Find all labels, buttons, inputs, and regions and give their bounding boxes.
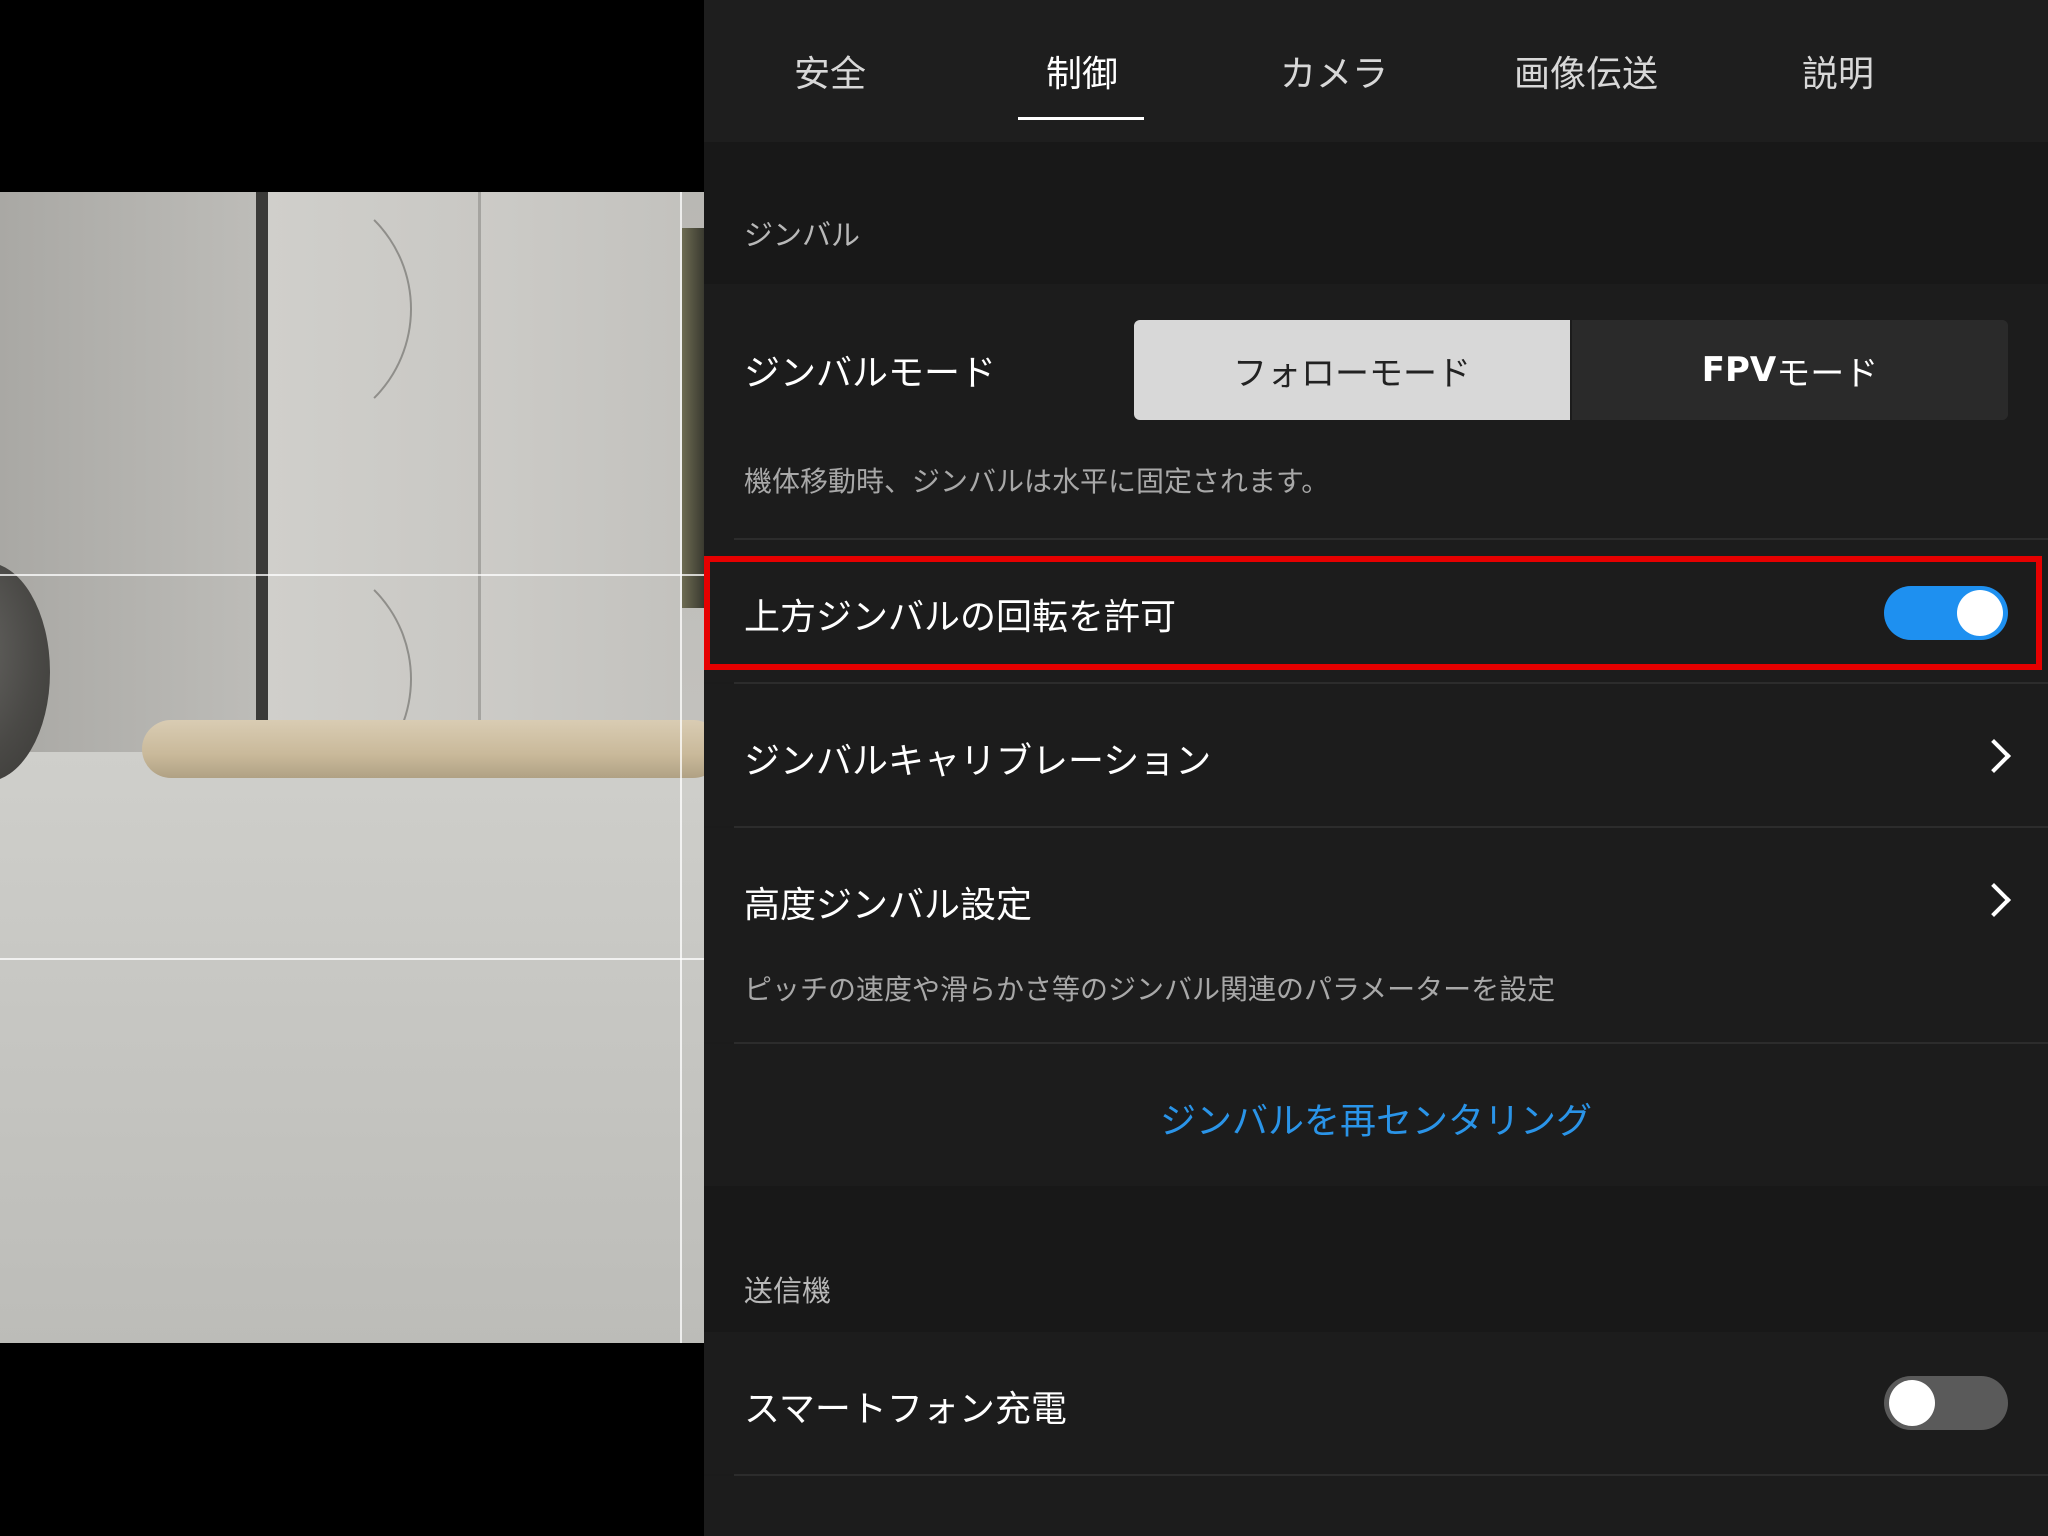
- toggle-knob: [1889, 1380, 1935, 1426]
- tab-control[interactable]: 制御: [956, 0, 1208, 142]
- chevron-right-icon: [1977, 739, 2011, 773]
- gimbal-mode-label: ジンバルモード: [744, 353, 997, 394]
- settings-tabs: 安全 制御 カメラ 画像伝送 説明: [704, 0, 2048, 142]
- allow-upward-rotation-toggle[interactable]: [1884, 586, 2008, 640]
- camera-feed[interactable]: [0, 192, 704, 1343]
- option-label: フォローモード: [1233, 353, 1471, 394]
- toggle-knob: [1957, 590, 2003, 636]
- tab-label: 安全: [793, 54, 866, 95]
- tab-safety[interactable]: 安全: [704, 0, 956, 142]
- next-setting-row-partial: [704, 1476, 2048, 1536]
- advanced-gimbal-settings-description: ピッチの速度や滑らかさ等のジンバル関連のパラメーターを設定: [744, 973, 1556, 1006]
- grid-line-vertical: [680, 192, 682, 1343]
- allow-upward-rotation-label: 上方ジンバルの回転を許可: [744, 597, 1177, 638]
- wall-door-panel-2: [480, 192, 680, 752]
- grid-line-horizontal: [0, 958, 704, 960]
- section-title: 送信機: [744, 1274, 832, 1308]
- allow-upward-rotation-row: 上方ジンバルの回転を許可: [704, 540, 2048, 682]
- gimbal-calibration-label: ジンバルキャリブレーション: [744, 741, 1212, 782]
- gimbal-mode-selector: フォローモード FPV モード: [1134, 320, 2008, 420]
- table-surface: [0, 752, 704, 1343]
- smartphone-charging-toggle[interactable]: [1884, 1376, 2008, 1430]
- option-label: モード: [1776, 353, 1879, 394]
- tab-image-transmission[interactable]: 画像伝送: [1460, 0, 1712, 142]
- advanced-gimbal-settings-row[interactable]: 高度ジンバル設定 ピッチの速度や滑らかさ等のジンバル関連のパラメーターを設定: [704, 828, 2048, 1042]
- tab-label: 制御: [1045, 54, 1118, 95]
- tab-description[interactable]: 説明: [1712, 0, 1964, 142]
- smartphone-charging-row: スマートフォン充電: [704, 1332, 2048, 1474]
- camera-view[interactable]: [0, 0, 704, 1536]
- gimbal-mode-description: 機体移動時、ジンバルは水平に固定されます。: [744, 465, 1330, 498]
- settings-panel: 安全 制御 カメラ 画像伝送 説明 ジンバル ジンバルモード 機体移動時、ジンバ…: [704, 0, 2048, 1536]
- door-seam: [478, 192, 481, 752]
- section-header-transmitter: 送信機: [704, 1186, 2048, 1332]
- tab-label: カメラ: [1279, 54, 1388, 95]
- recenter-gimbal-row: ジンバルを再センタリング: [704, 1044, 2048, 1186]
- gimbal-calibration-row[interactable]: ジンバルキャリブレーション: [704, 684, 2048, 826]
- smartphone-charging-label: スマートフォン充電: [744, 1389, 1067, 1430]
- grid-line-horizontal: [0, 574, 704, 576]
- door-arc: [158, 192, 412, 436]
- tab-camera[interactable]: カメラ: [1208, 0, 1460, 142]
- option-label: FPV: [1701, 350, 1777, 390]
- advanced-gimbal-settings-label: 高度ジンバル設定: [744, 885, 1033, 926]
- fpv-mode-option[interactable]: FPV モード: [1570, 320, 2008, 420]
- tab-label: 画像伝送: [1513, 54, 1658, 95]
- chevron-right-icon: [1977, 883, 2011, 917]
- tab-active-indicator: [1018, 117, 1144, 120]
- background-object: [682, 228, 704, 608]
- section-header-gimbal: ジンバル: [704, 142, 2048, 284]
- tab-label: 説明: [1801, 54, 1874, 95]
- section-title: ジンバル: [744, 218, 861, 252]
- follow-mode-option[interactable]: フォローモード: [1134, 320, 1570, 420]
- recenter-gimbal-button[interactable]: ジンバルを再センタリング: [704, 1092, 2048, 1144]
- phone-object: [142, 720, 704, 778]
